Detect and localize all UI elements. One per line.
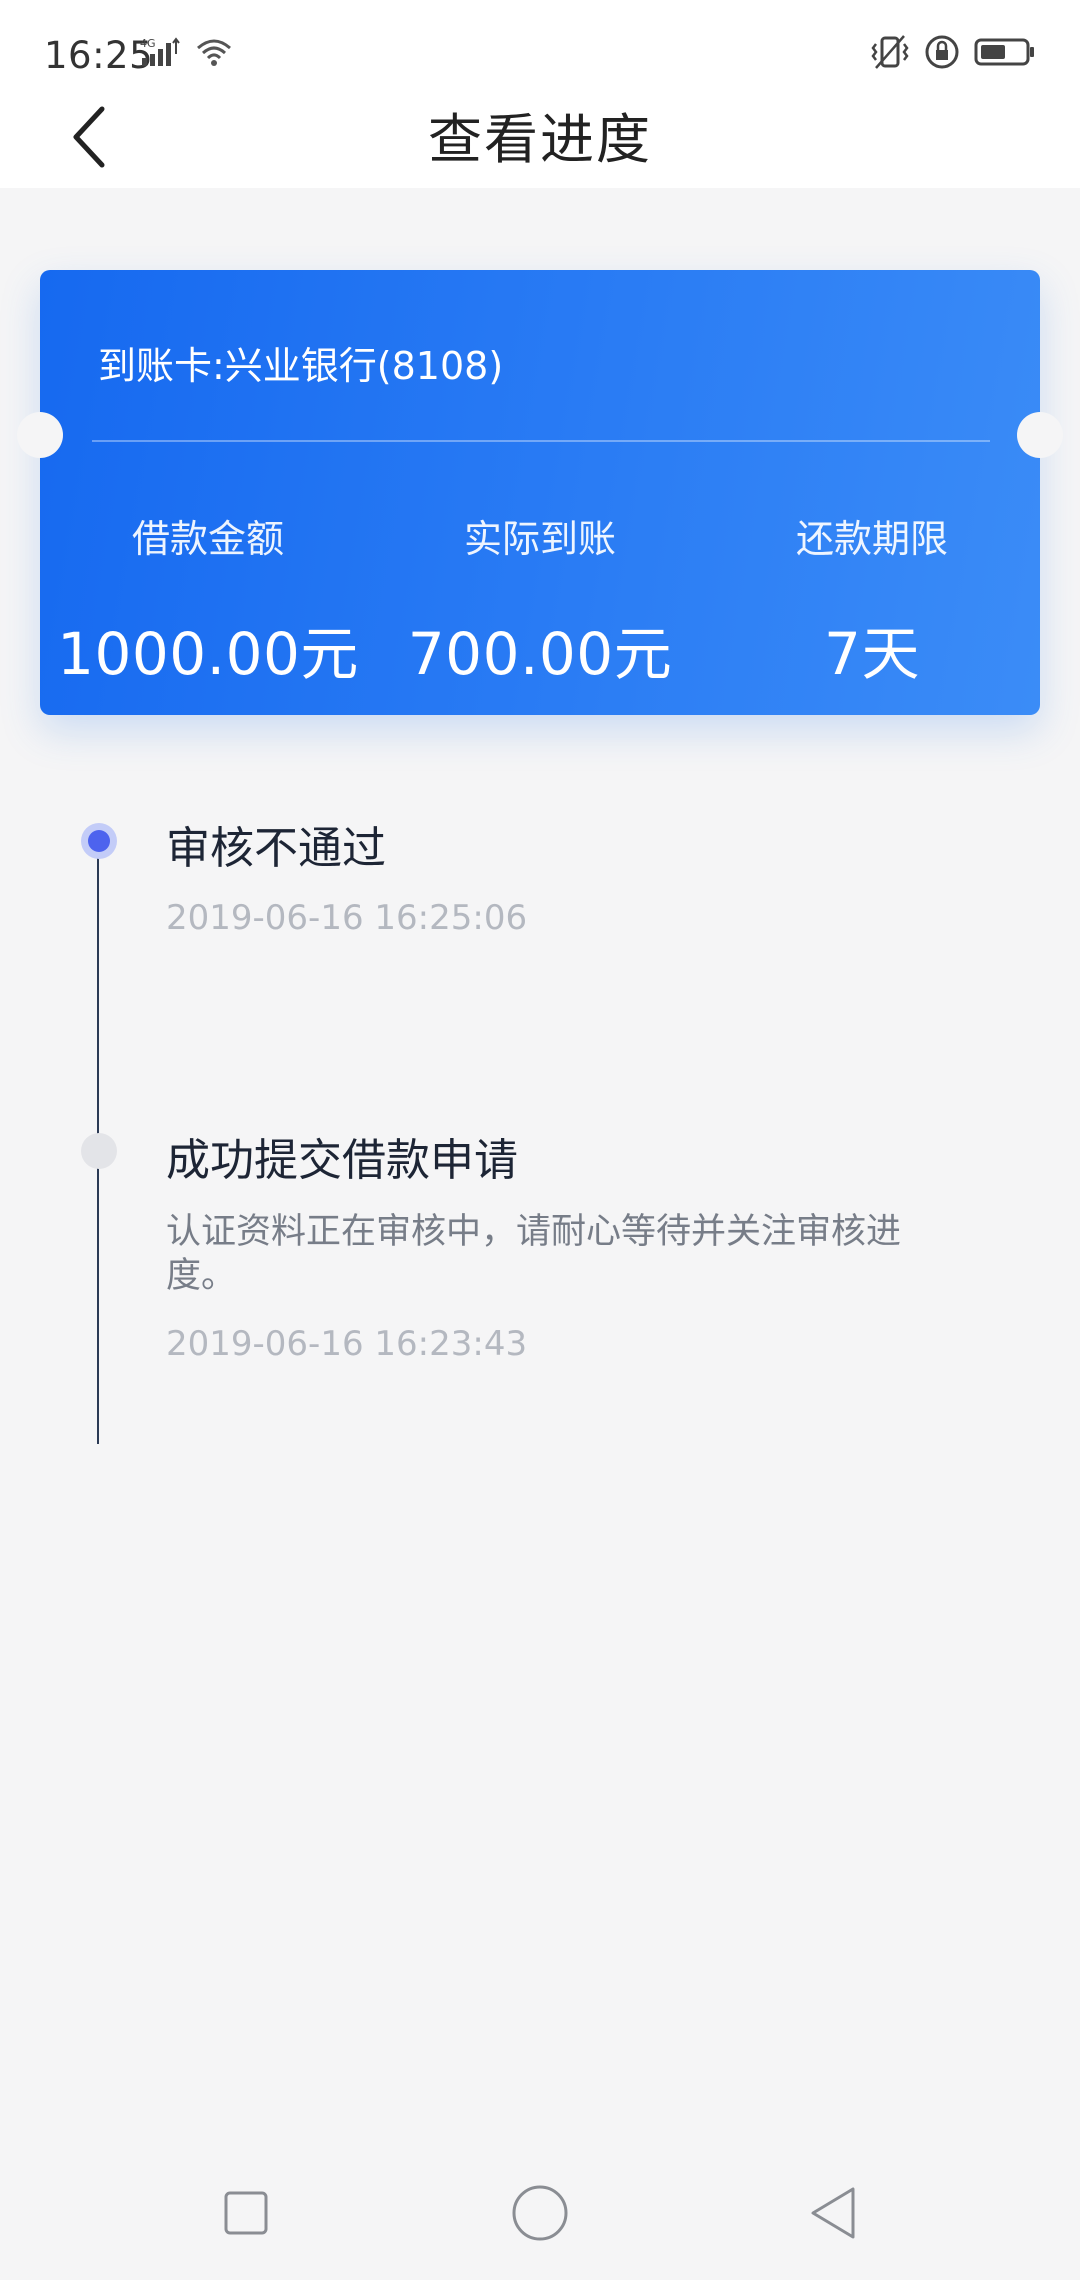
stat-actual-received: 实际到账 700.00元 xyxy=(375,508,705,691)
signal-icon: 4G xyxy=(140,36,184,72)
card-divider xyxy=(92,440,990,442)
wifi-icon xyxy=(194,36,234,72)
stat-repay-term: 还款期限 7天 xyxy=(707,508,1037,691)
timeline-event-title: 审核不通过 xyxy=(166,823,386,874)
status-right-icons xyxy=(870,34,1036,74)
header: 查看进度 xyxy=(0,96,1080,188)
status-time: 16:25 xyxy=(44,34,154,77)
page-title: 查看进度 xyxy=(428,108,652,171)
rotation-lock-icon xyxy=(924,34,960,74)
stat-value: 700.00元 xyxy=(407,620,673,688)
timeline-event-time: 2019-06-16 16:25:06 xyxy=(166,898,528,938)
circle-home-icon xyxy=(510,2183,570,2247)
timeline-event-time: 2019-06-16 16:23:43 xyxy=(166,1324,528,1364)
battery-icon xyxy=(974,36,1036,72)
stat-value: 7天 xyxy=(824,620,920,688)
status-left-icons: 4G xyxy=(140,36,234,72)
stat-loan-amount: 借款金额 1000.00元 xyxy=(43,508,373,691)
timeline-dot-active xyxy=(81,823,117,859)
stat-label: 还款期限 xyxy=(795,517,948,561)
card-account: 到账卡:兴业银行(8108) xyxy=(98,344,504,388)
svg-text:4G: 4G xyxy=(140,37,156,50)
timeline-event-description: 认证资料正在审核中，请耐心等待并关注审核进度。 xyxy=(166,1212,902,1296)
recent-apps-button[interactable] xyxy=(191,2160,301,2270)
status-bar: 16:25 4G xyxy=(0,0,1080,96)
back-nav-button[interactable] xyxy=(779,2160,889,2270)
card-notch-left xyxy=(17,412,63,458)
system-nav-bar xyxy=(0,2160,1080,2280)
timeline-event-title: 成功提交借款申请 xyxy=(166,1135,518,1186)
card-notch-right xyxy=(1017,412,1063,458)
square-recent-icon xyxy=(222,2189,270,2241)
triangle-back-icon xyxy=(807,2185,861,2245)
vibrate-icon xyxy=(870,34,910,74)
stat-value: 1000.00元 xyxy=(57,620,359,688)
timeline-dot-inactive xyxy=(81,1133,117,1169)
stat-label: 实际到账 xyxy=(463,517,616,561)
stat-label: 借款金额 xyxy=(131,517,284,561)
home-button[interactable] xyxy=(485,2160,595,2270)
